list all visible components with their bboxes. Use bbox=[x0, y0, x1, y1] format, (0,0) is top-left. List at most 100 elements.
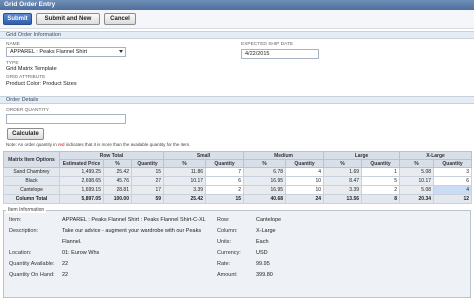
row-pct-cell: 45.76 bbox=[103, 176, 132, 186]
xlarge-total-pct: 20.34 bbox=[399, 194, 435, 204]
small-pct-cell: 10.17 bbox=[163, 176, 207, 186]
medium-pct-cell: 16.95 bbox=[243, 176, 287, 186]
medium-total-qty: 24 bbox=[285, 194, 325, 204]
item-value: APPAREL : Peaks Flannel Shirt : Peaks Fl… bbox=[62, 217, 206, 223]
window-title: Grid Order Entry bbox=[0, 0, 474, 10]
order-details-header: Order Details bbox=[0, 96, 474, 104]
row-qty-cell: 15 bbox=[130, 167, 165, 177]
xlarge-pct-cell: 5.08 bbox=[399, 167, 435, 177]
large-qty-input[interactable]: 5 bbox=[361, 176, 401, 186]
estimated-price-cell: 2,698.65 bbox=[59, 176, 104, 186]
submit-button[interactable]: Submit bbox=[3, 13, 32, 25]
quantity-header: Quantity bbox=[433, 159, 473, 168]
medium-qty-input[interactable]: 10 bbox=[285, 176, 325, 186]
submit-and-new-button[interactable]: Submit and New bbox=[36, 13, 100, 25]
quantity-available-key: Quantity Available: bbox=[9, 261, 55, 267]
xlarge-pct-cell: 10.17 bbox=[399, 176, 435, 186]
pct-header: % bbox=[243, 159, 287, 168]
description-key: Description: bbox=[9, 228, 39, 234]
order-quantity-field[interactable] bbox=[6, 114, 126, 124]
large-header: Large bbox=[323, 151, 401, 160]
small-pct-cell: 3.39 bbox=[163, 185, 207, 195]
medium-qty-input[interactable]: 10 bbox=[285, 185, 325, 195]
quantity-note: Note: An order quantity in red indicates… bbox=[6, 142, 190, 147]
column-value: X-Large bbox=[256, 228, 276, 234]
total-pct-cell: 100.00 bbox=[103, 194, 132, 204]
medium-header: Medium bbox=[243, 151, 325, 160]
rate-key: Rate: bbox=[217, 261, 231, 267]
total-qty-cell: 59 bbox=[130, 194, 165, 204]
medium-pct-cell: 6.78 bbox=[243, 167, 287, 177]
grid-attribute-label: GRID ATTRIBUTE bbox=[6, 75, 46, 80]
note-text-pre: Note: An order quantity in bbox=[6, 142, 57, 147]
row-name: Sand Chambrey bbox=[3, 167, 60, 177]
amount-key: Amount: bbox=[217, 272, 238, 278]
ship-date-label: EXPECTED SHIP DATE bbox=[241, 42, 294, 47]
quantity-header: Quantity bbox=[205, 159, 245, 168]
item-key: Item: bbox=[9, 217, 22, 223]
row-value: Cantelope bbox=[256, 217, 282, 223]
description-value-2: Flannel. bbox=[62, 239, 82, 245]
location-key: Location: bbox=[9, 250, 32, 256]
row-qty-cell: 27 bbox=[130, 176, 165, 186]
row-pct-cell: 25.42 bbox=[103, 167, 132, 177]
grid-attribute-value: Product Color: Product Sizes bbox=[6, 81, 77, 87]
ship-date-field[interactable]: 4/22/2015 bbox=[241, 49, 319, 59]
grid-order-info-header: Grid Order Information bbox=[0, 31, 474, 39]
quantity-available-value: 22 bbox=[62, 261, 69, 267]
large-pct-cell: 8.47 bbox=[323, 176, 363, 186]
order-quantity-label: ORDER QUANTITY bbox=[6, 108, 49, 113]
pct-header: % bbox=[399, 159, 435, 168]
calculate-button[interactable]: Calculate bbox=[7, 128, 44, 140]
item-information-title: Item Information bbox=[6, 207, 47, 213]
large-qty-input[interactable]: 2 bbox=[361, 185, 401, 195]
name-select[interactable]: APPAREL : Peaks Flannel Shirt bbox=[6, 47, 126, 57]
units-value: Each bbox=[256, 239, 269, 245]
column-total-row: Column Total 5,897.05 100.00 59 25.42 15… bbox=[3, 194, 473, 204]
description-value-1: Take our advice - augment your wardrobe … bbox=[62, 228, 202, 234]
small-qty-input[interactable]: 7 bbox=[205, 167, 245, 177]
currency-key: Currency: bbox=[217, 250, 241, 256]
pct-header: % bbox=[103, 159, 132, 168]
xlarge-qty-input[interactable]: 3 bbox=[433, 167, 473, 177]
row-qty-cell: 17 bbox=[130, 185, 165, 195]
table-row: Cantelope 1,699.15 28.81 17 3.39 2 16.95… bbox=[3, 185, 473, 195]
small-qty-input[interactable]: 2 bbox=[205, 185, 245, 195]
units-key: Units: bbox=[217, 239, 232, 245]
column-key: Column: bbox=[217, 228, 238, 234]
row-pct-cell: 28.81 bbox=[103, 185, 132, 195]
estimated-price-header: Estimated Price bbox=[59, 159, 104, 168]
medium-qty-input[interactable]: 4 bbox=[285, 167, 325, 177]
quantity-header: Quantity bbox=[361, 159, 401, 168]
xlarge-total-qty: 12 bbox=[433, 194, 473, 204]
large-qty-input[interactable]: 1 bbox=[361, 167, 401, 177]
small-header: Small bbox=[163, 151, 245, 160]
pct-header: % bbox=[163, 159, 207, 168]
row-name: Cantelope bbox=[3, 185, 60, 195]
row-name: Black bbox=[3, 176, 60, 186]
xlarge-qty-input[interactable]: 6 bbox=[433, 176, 473, 186]
large-total-pct: 13.56 bbox=[323, 194, 363, 204]
small-pct-cell: 11.86 bbox=[163, 167, 207, 177]
currency-value: USD bbox=[256, 250, 268, 256]
large-pct-cell: 3.39 bbox=[323, 185, 363, 195]
medium-total-pct: 40.68 bbox=[243, 194, 287, 204]
xlarge-header: X-Large bbox=[399, 151, 473, 160]
small-total-qty: 15 bbox=[205, 194, 245, 204]
xlarge-qty-input-selected[interactable]: 4 bbox=[433, 185, 473, 195]
pct-header: % bbox=[323, 159, 363, 168]
small-total-pct: 25.42 bbox=[163, 194, 207, 204]
rate-value: 99.95 bbox=[256, 261, 270, 267]
row-key: Row: bbox=[217, 217, 230, 223]
amount-value: 399.80 bbox=[256, 272, 273, 278]
small-qty-input[interactable]: 6 bbox=[205, 176, 245, 186]
name-value: APPAREL : Peaks Flannel Shirt bbox=[10, 49, 88, 55]
cancel-button[interactable]: Cancel bbox=[104, 13, 136, 25]
note-text-red: red bbox=[58, 142, 65, 147]
type-value: Grid Matrix Template bbox=[6, 66, 57, 72]
grid-matrix-table: Matrix Item Options Row Total Small Medi… bbox=[3, 151, 473, 204]
quantity-on-hand-key: Quantity On Hand: bbox=[9, 272, 55, 278]
column-total-label: Column Total bbox=[3, 194, 60, 204]
matrix-item-options-header: Matrix Item Options bbox=[3, 151, 60, 168]
estimated-price-cell: 1,699.15 bbox=[59, 185, 104, 195]
